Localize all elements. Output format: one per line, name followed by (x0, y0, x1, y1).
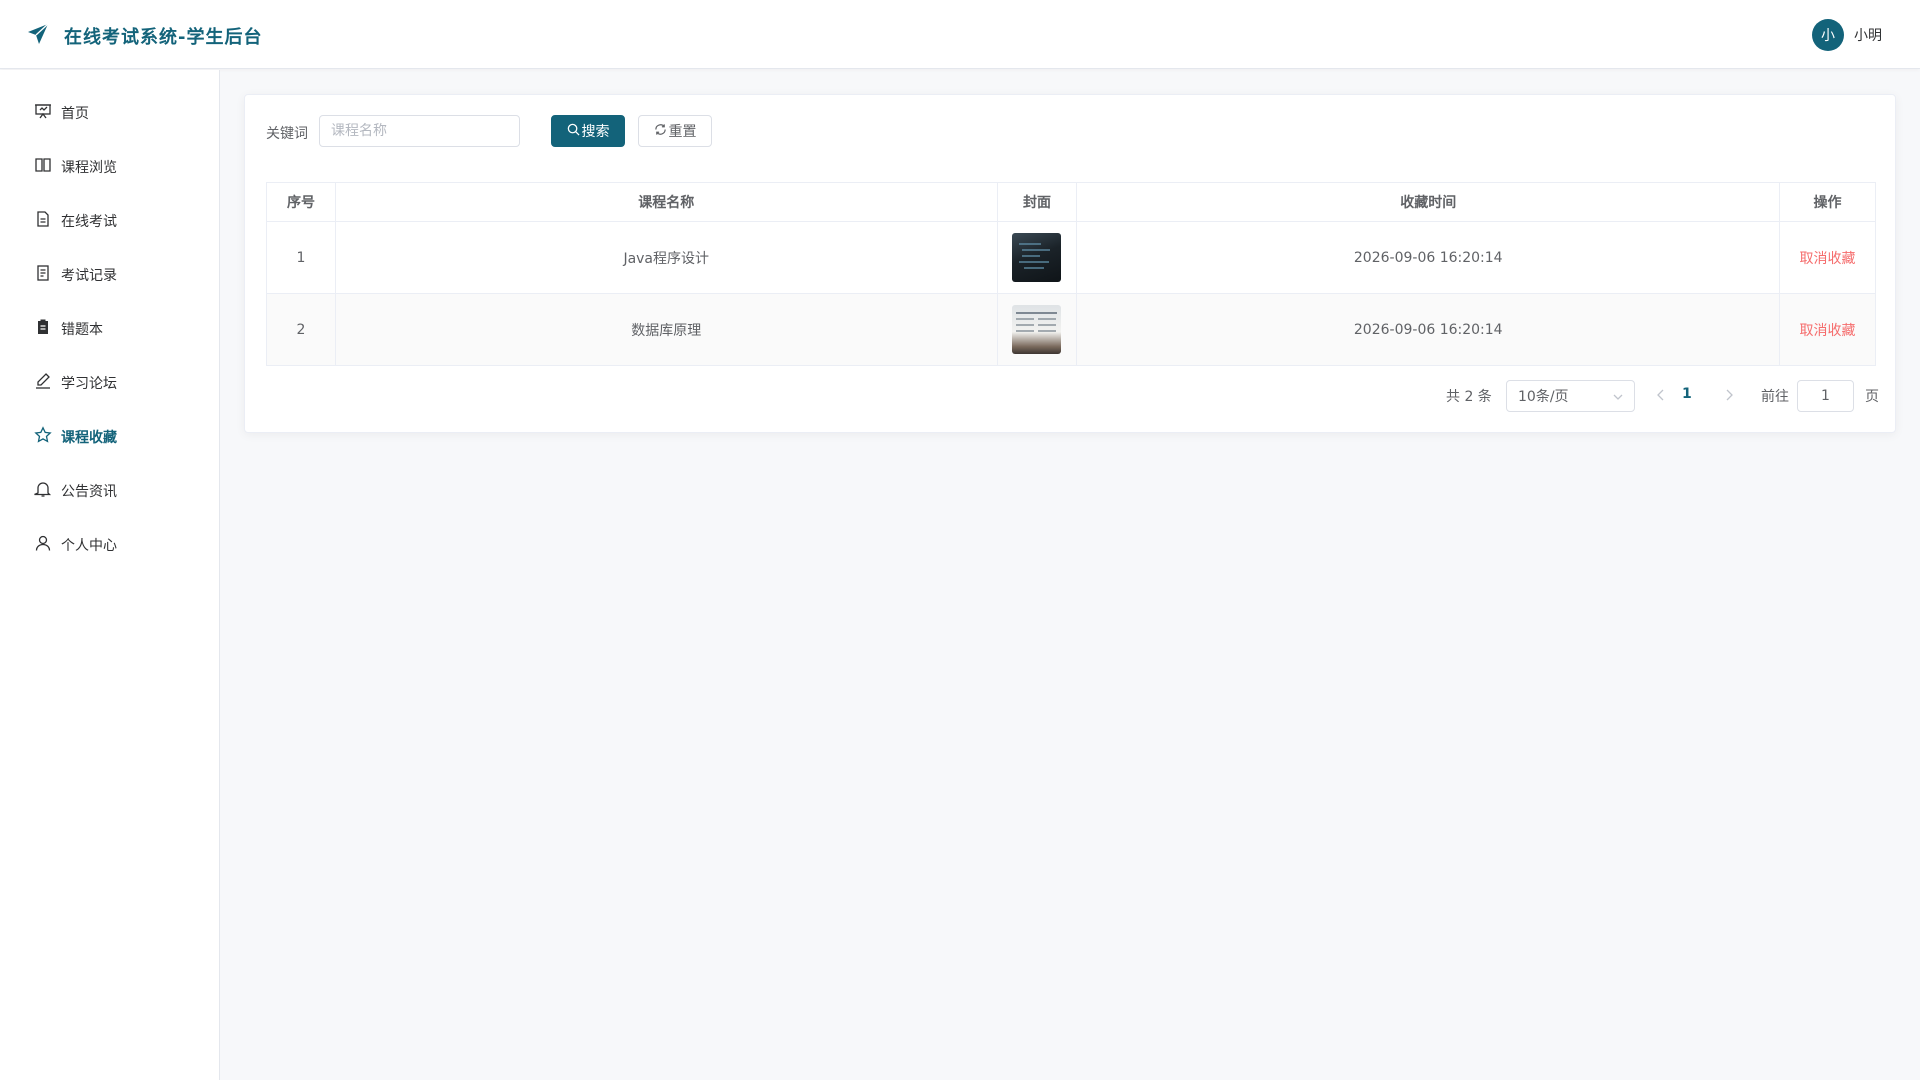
logo[interactable]: 在线考试系统-学生后台 (26, 22, 262, 50)
sidebar-item-home[interactable]: 首页 (0, 93, 219, 133)
search-icon (567, 123, 582, 140)
sidebar-item-announcements[interactable]: 公告资讯 (0, 471, 219, 511)
column-header-cover: 封面 (996, 182, 1078, 222)
table-row: 1 Java程序设计 2026-09-06 16:20:14 取消收藏 (266, 221, 1876, 294)
sidebar-item-label: 学习论坛 (61, 376, 117, 392)
chevron-right-icon (1723, 389, 1735, 406)
favorite-time: 2026-09-06 16:20:14 (1076, 293, 1781, 366)
unfavorite-button[interactable]: 取消收藏 (1800, 323, 1856, 339)
bell-icon (34, 480, 52, 502)
sidebar-item-forum[interactable]: 学习论坛 (0, 363, 219, 403)
cover-cell (996, 293, 1078, 366)
page-number-current[interactable]: 1 (1682, 386, 1692, 402)
app-title: 在线考试系统-学生后台 (64, 27, 263, 48)
page-size-value: 10条/页 (1518, 389, 1569, 405)
book-icon (34, 156, 52, 178)
prev-page-button[interactable] (1655, 388, 1667, 406)
column-header-favorite-time: 收藏时间 (1076, 182, 1781, 222)
course-name: Java程序设计 (334, 221, 998, 294)
search-button[interactable]: 搜索 (551, 115, 625, 147)
star-icon (34, 426, 52, 448)
sidebar-item-label: 公告资讯 (61, 484, 117, 500)
search-input[interactable] (319, 115, 520, 147)
sidebar-item-label: 错题本 (61, 322, 103, 338)
presentation-icon (34, 102, 52, 124)
paper-plane-icon (26, 22, 50, 50)
table-row: 2 数据库原理 2026-09-06 16:20:14 取消收藏 (266, 293, 1876, 366)
row-index: 1 (266, 221, 336, 294)
user-icon (34, 534, 52, 556)
column-header-actions: 操作 (1779, 182, 1876, 222)
sidebar-item-label: 考试记录 (61, 268, 117, 284)
sidebar-item-online-exam[interactable]: 在线考试 (0, 201, 219, 241)
sidebar-item-label: 在线考试 (61, 214, 117, 230)
top-header: 在线考试系统-学生后台 小 小明 (0, 0, 1920, 69)
goto-label: 前往 (1761, 389, 1789, 405)
search-button-label: 搜索 (581, 124, 610, 140)
column-header-index: 序号 (266, 182, 336, 222)
sidebar-item-label: 课程浏览 (61, 160, 117, 176)
username[interactable]: 小明 (1854, 25, 1882, 45)
sidebar: 首页 课程浏览 在线考试 考试记录 错题本 学习论坛 课程收藏 公告资讯 个人中… (0, 70, 220, 1080)
sidebar-item-course-browse[interactable]: 课程浏览 (0, 147, 219, 187)
keyword-label: 关键词 (266, 126, 308, 142)
table-header-row: 序号 课程名称 封面 收藏时间 操作 (266, 182, 1876, 222)
page-size-select[interactable]: 10条/页 (1506, 380, 1635, 412)
avatar[interactable]: 小 (1812, 19, 1844, 51)
chevron-left-icon (1655, 389, 1667, 406)
favorites-card: 关键词 搜索 重置 序号 课程名称 封面 收藏时间 操作 1 Java程序设计 (244, 94, 1896, 433)
sidebar-item-label: 个人中心 (61, 538, 117, 554)
clipboard-icon (34, 318, 52, 340)
cover-cell (996, 221, 1078, 294)
action-cell: 取消收藏 (1779, 293, 1876, 366)
course-cover-image[interactable] (1012, 305, 1062, 354)
sidebar-item-label: 课程收藏 (61, 430, 117, 446)
list-document-icon (34, 264, 52, 286)
action-cell: 取消收藏 (1779, 221, 1876, 294)
favorite-time: 2026-09-06 16:20:14 (1076, 221, 1781, 294)
user-menu[interactable]: 小 小明 (1812, 19, 1882, 51)
sidebar-item-course-favorites[interactable]: 课程收藏 (0, 417, 219, 457)
goto-page-input[interactable] (1797, 380, 1854, 412)
sidebar-item-mistake-book[interactable]: 错题本 (0, 309, 219, 349)
next-page-button[interactable] (1723, 388, 1735, 406)
pen-icon (34, 372, 52, 394)
document-icon (34, 210, 52, 232)
course-name: 数据库原理 (334, 293, 998, 366)
reset-button[interactable]: 重置 (638, 115, 712, 147)
course-cover-image[interactable] (1012, 233, 1062, 282)
row-index: 2 (266, 293, 336, 366)
pagination-total: 共 2 条 (1446, 389, 1492, 405)
sidebar-item-personal-center[interactable]: 个人中心 (0, 525, 219, 565)
reset-button-label: 重置 (668, 124, 697, 140)
favorites-table: 序号 课程名称 封面 收藏时间 操作 1 Java程序设计 2026-09-06… (266, 182, 1876, 366)
goto-suffix: 页 (1865, 389, 1879, 405)
column-header-course-name: 课程名称 (334, 182, 998, 222)
refresh-icon (654, 123, 669, 140)
sidebar-item-label: 首页 (61, 106, 89, 122)
sidebar-item-exam-records[interactable]: 考试记录 (0, 255, 219, 295)
unfavorite-button[interactable]: 取消收藏 (1800, 251, 1856, 267)
